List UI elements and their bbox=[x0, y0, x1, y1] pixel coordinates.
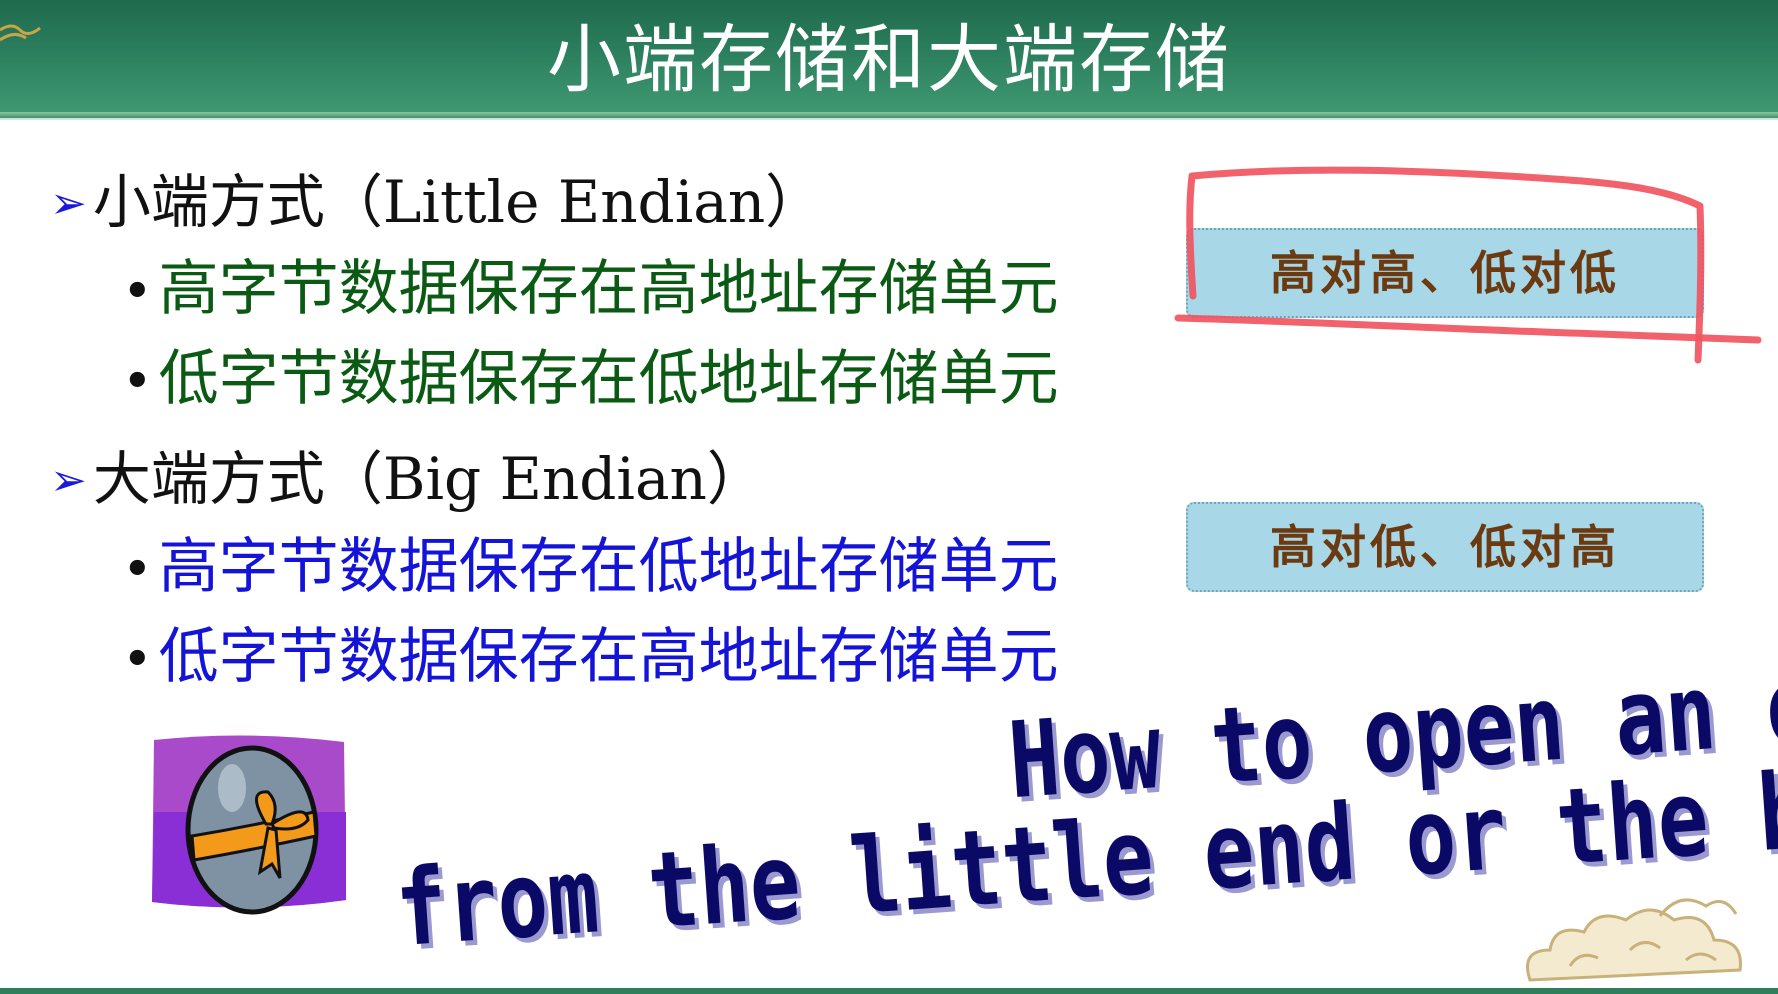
cloud-ornament-icon bbox=[1526, 898, 1742, 982]
bottom-border bbox=[0, 988, 1778, 994]
slide: 小端存储和大端存储 ➢ 小端方式（Little Endian） • 高字节数据保存在… bbox=[0, 0, 1778, 994]
egg-gift-icon bbox=[152, 735, 346, 915]
